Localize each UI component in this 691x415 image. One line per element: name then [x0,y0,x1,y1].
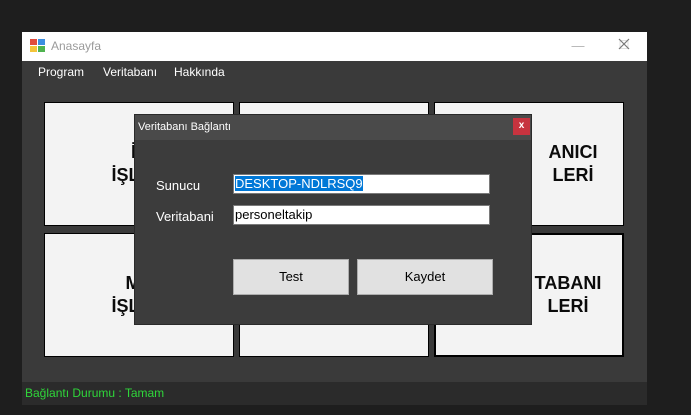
dialog-title-bar[interactable]: Veritabanı Bağlantı x [135,115,531,140]
tile-line: LERİ [547,296,589,316]
server-value: DESKTOP-NDLRSQ9 [235,176,363,191]
db-connection-dialog: Veritabanı Bağlantı x Sunucu DESKTOP-NDL… [134,114,532,325]
dialog-close-button[interactable]: x [513,118,530,135]
title-bar[interactable]: Anasayfa — ☐ [22,32,647,61]
close-icon [618,38,630,50]
menu-bar: Program Veritabanı Hakkında [22,61,647,84]
tile-line: TABANI [534,273,602,293]
database-value: personeltakip [235,207,313,222]
server-input[interactable]: DESKTOP-NDLRSQ9 [233,174,490,194]
connection-status: Bağlantı Durumu : Tamam [25,386,165,400]
save-button[interactable]: Kaydet [357,259,493,295]
database-label: Veritabani [156,209,214,224]
close-button[interactable] [617,37,631,51]
tile-line: ANICI [548,142,598,162]
menu-program[interactable]: Program [38,61,84,84]
minimize-button[interactable]: — [555,32,601,61]
tile-line: LERİ [552,165,594,185]
status-bar: Bağlantı Durumu : Tamam [22,382,647,405]
menu-veritabani[interactable]: Veritabanı [103,61,157,84]
server-label: Sunucu [156,178,201,193]
database-input[interactable]: personeltakip [233,205,490,225]
app-icon [30,39,46,53]
dialog-title: Veritabanı Bağlantı [138,121,231,133]
test-button[interactable]: Test [233,259,349,295]
menu-hakkinda[interactable]: Hakkında [174,61,225,84]
window-title: Anasayfa [51,39,102,53]
